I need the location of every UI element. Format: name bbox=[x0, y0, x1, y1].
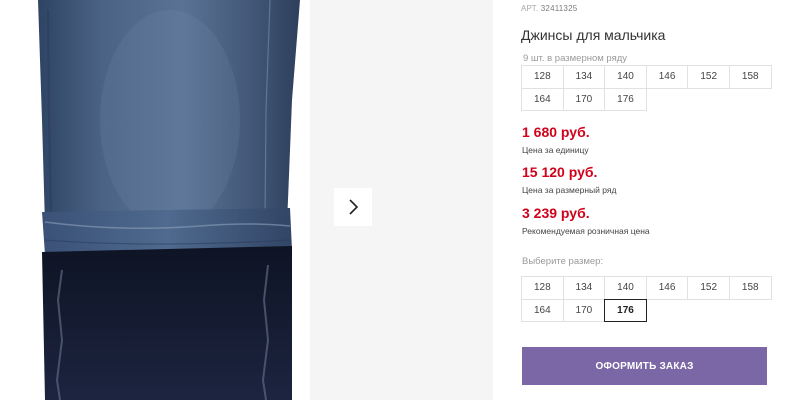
size-option-152[interactable]: 152 bbox=[687, 276, 730, 300]
size-option-176[interactable]: 176 bbox=[604, 298, 647, 322]
size-option-146[interactable]: 146 bbox=[645, 276, 689, 300]
price-size-row: 15 120 руб. bbox=[522, 164, 598, 180]
chevron-right-icon bbox=[349, 199, 359, 215]
article-value: 32411325 bbox=[540, 4, 578, 13]
size-row-cell: 176 bbox=[604, 87, 647, 111]
price-unit-label: Цена за единицу bbox=[522, 145, 589, 155]
size-row-cell: 170 bbox=[562, 87, 606, 111]
size-option-134[interactable]: 134 bbox=[562, 276, 606, 300]
jeans-image bbox=[38, 0, 300, 400]
product-gallery bbox=[0, 0, 493, 400]
size-row-cell: 146 bbox=[645, 65, 689, 89]
size-row-cell: 152 bbox=[687, 65, 730, 89]
article-number: АРТ. 32411325 bbox=[521, 4, 577, 13]
size-picker-grid: 128 134 140 146 152 158 164 170 176 bbox=[521, 276, 772, 322]
size-row-cell: 140 bbox=[604, 65, 647, 89]
product-info-panel: АРТ. 32411325 Джинсы для мальчика 9 шт. … bbox=[521, 0, 781, 400]
size-row-cell: 164 bbox=[521, 87, 564, 111]
price-retail-label: Рекомендуемая розничная цена bbox=[522, 226, 650, 236]
size-row-cell: 134 bbox=[562, 65, 606, 89]
size-option-170[interactable]: 170 bbox=[562, 298, 606, 322]
size-option-164[interactable]: 164 bbox=[521, 298, 564, 322]
gallery-next-button[interactable] bbox=[334, 188, 372, 226]
article-label: АРТ. bbox=[521, 4, 539, 13]
order-button[interactable]: ОФОРМИТЬ ЗАКАЗ bbox=[522, 347, 767, 385]
product-title: Джинсы для мальчика bbox=[521, 27, 666, 43]
size-row-cell: 128 bbox=[521, 65, 564, 89]
size-option-128[interactable]: 128 bbox=[521, 276, 564, 300]
size-option-140[interactable]: 140 bbox=[604, 276, 647, 300]
size-row-grid: 128 134 140 146 152 158 164 170 176 bbox=[521, 65, 772, 111]
price-size-row-label: Цена за размерный ряд bbox=[522, 185, 617, 195]
price-unit: 1 680 руб. bbox=[522, 124, 590, 140]
size-picker-label: Выберите размер: bbox=[522, 256, 604, 267]
price-retail: 3 239 руб. bbox=[522, 205, 590, 221]
product-photo bbox=[0, 0, 310, 400]
size-option-158[interactable]: 158 bbox=[728, 276, 772, 300]
size-row-cell: 158 bbox=[728, 65, 772, 89]
size-row-note: 9 шт. в размерном ряду bbox=[523, 53, 628, 64]
